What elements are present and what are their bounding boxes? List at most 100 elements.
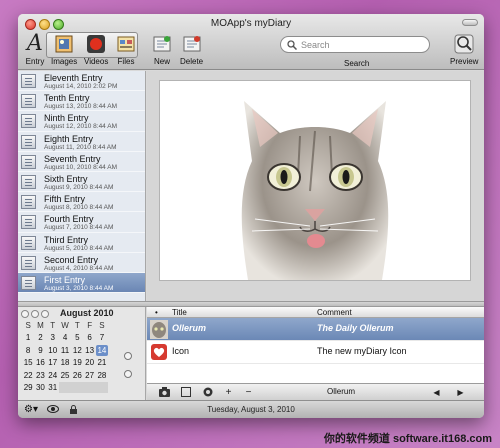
entry-thumbnail-icon (21, 74, 36, 88)
list-item[interactable]: Third Entry August 5, 2010 8:44 AM (18, 233, 145, 253)
status-bar: ⚙▾ Tuesday, August 3, 2010 (18, 400, 484, 418)
entry-date: August 14, 2010 2:02 PM (44, 83, 118, 90)
list-item[interactable]: Fourth Entry August 7, 2010 8:44 AM (18, 212, 145, 233)
calendar-day[interactable]: 28 (96, 370, 108, 381)
list-item[interactable]: Eleventh Entry August 14, 2010 2:02 PM (18, 71, 145, 92)
remove-icon[interactable]: − (243, 387, 254, 398)
files-button[interactable]: Files (115, 33, 137, 66)
calendar-empty-cell (95, 381, 109, 394)
calendar-weekday: M (37, 321, 44, 330)
preview-button[interactable]: Preview (450, 33, 478, 66)
entry-date: August 7, 2010 8:44 AM (44, 224, 114, 232)
entry-title: Tenth Entry (44, 93, 90, 104)
entries-sidebar: Eleventh Entry August 14, 2010 2:02 PM Te… (18, 71, 146, 301)
calendar-day[interactable]: 12 (71, 345, 83, 356)
table-row[interactable]: Icon The new myDiary Icon (147, 341, 484, 364)
images-button[interactable]: Images (51, 33, 77, 66)
calendar-day[interactable]: 21 (96, 357, 108, 368)
calendar-grid: S M T W T F S 1 2 3 4 5 6 7 8 9 10 11 12 13 14 15 16 17 18 19 20 21… (22, 320, 109, 394)
entry-thumbnail-icon (21, 195, 36, 210)
calendar-day[interactable]: 24 (47, 370, 59, 381)
calendar-day[interactable]: 31 (47, 382, 59, 393)
calendar-weekday: S (25, 321, 31, 330)
calendar-day[interactable]: 26 (71, 370, 83, 381)
calendar-day[interactable]: 30 (34, 382, 46, 393)
list-item[interactable]: Ninth Entry August 12, 2010 8:44 AM (18, 111, 145, 132)
cat-thumbnail-icon (150, 320, 168, 339)
entry-title: Fourth Entry (44, 214, 94, 225)
calendar-day[interactable]: 22 (22, 370, 34, 381)
today-button[interactable] (31, 310, 39, 318)
column-dot[interactable]: • (155, 308, 158, 317)
list-toolbar: + − Ollerum ◀ ▶ (147, 383, 484, 400)
calendar-day[interactable]: 17 (47, 357, 59, 368)
next-month-button[interactable] (41, 310, 49, 318)
add-icon[interactable]: + (223, 387, 234, 398)
list-item[interactable]: Tenth Entry August 13, 2010 8:44 AM (18, 91, 145, 112)
window-title: MOApp's myDiary (210, 18, 292, 29)
list-item-selected[interactable]: First Entry August 3, 2010 8:44 AM (18, 272, 145, 294)
table-row[interactable]: Ollerum The Daily Ollerum (147, 318, 484, 341)
calendar-day[interactable]: 19 (71, 357, 83, 368)
frame-icon[interactable] (180, 387, 191, 398)
calendar-day[interactable]: 23 (34, 370, 46, 381)
images-icon (53, 33, 75, 55)
list-item[interactable]: Seventh Entry August 10, 2010 8:44 AM (18, 152, 145, 172)
camera-icon[interactable] (159, 387, 170, 398)
prev-item-icon[interactable]: ◀ (431, 387, 442, 398)
entry-date: August 13, 2010 8:44 AM (44, 103, 117, 111)
list-item[interactable]: Fifth Entry August 8, 2010 8:44 AM (18, 192, 145, 213)
globe-icon[interactable] (202, 387, 213, 398)
current-item-label: Ollerum (327, 387, 356, 396)
entry-title: Eighth Entry (44, 133, 94, 144)
calendar-day[interactable]: 6 (83, 332, 95, 343)
list-item[interactable]: Sixth Entry August 9, 2010 8:44 AM (18, 172, 145, 193)
calendar-day[interactable]: 16 (34, 357, 46, 368)
entry-view-button[interactable]: A Entry (24, 33, 46, 67)
calendar-day[interactable]: 4 (59, 332, 71, 343)
mini-calendar: August 2010 S M T W T F S 1 2 3 4 5 6 7 8 9 10 11 12 13 14 15… (18, 307, 146, 400)
calendar-day[interactable]: 8 (22, 345, 34, 356)
calendar-refresh-icon[interactable] (124, 370, 132, 378)
row-title: Icon (172, 346, 190, 356)
calendar-day[interactable]: 2 (34, 332, 46, 343)
calendar-day[interactable]: 20 (83, 357, 95, 368)
toolbar-toggle-button[interactable] (462, 19, 478, 26)
calendar-day[interactable]: 3 (47, 332, 59, 343)
next-item-icon[interactable]: ▶ (455, 387, 466, 398)
calendar-day[interactable]: 1 (22, 332, 34, 343)
calendar-weekday: W (61, 321, 69, 330)
calendar-action-icon[interactable] (124, 352, 132, 360)
calendar-day-today[interactable]: 14 (95, 344, 109, 356)
column-title[interactable]: Title (172, 308, 187, 317)
calendar-day[interactable]: 25 (59, 370, 71, 381)
calendar-day[interactable]: 13 (83, 345, 95, 356)
column-comment[interactable]: Comment (317, 308, 352, 317)
prev-month-button[interactable] (21, 310, 29, 318)
calendar-day[interactable]: 29 (22, 382, 34, 393)
calendar-weekday: S (99, 321, 105, 330)
calendar-day[interactable]: 9 (34, 345, 46, 356)
calendar-day[interactable]: 11 (59, 345, 71, 356)
calendar-day[interactable]: 5 (71, 332, 83, 343)
entry-thumbnail-icon (21, 235, 36, 250)
videos-button[interactable]: Videos (84, 33, 108, 66)
list-item[interactable]: Second Entry August 4, 2010 8:44 AM (18, 253, 145, 273)
list-item[interactable]: Eighth Entry August 11, 2010 8:44 AM (18, 132, 145, 152)
calendar-day[interactable]: 27 (83, 370, 95, 381)
new-label: New (153, 57, 170, 66)
calendar-day[interactable]: 10 (47, 345, 59, 356)
entry-date: August 8, 2010 8:44 AM (44, 204, 114, 212)
entry-date: August 4, 2010 8:44 AM (44, 264, 114, 272)
calendar-day[interactable]: 7 (96, 332, 108, 343)
images-label: Images (51, 57, 78, 66)
new-button[interactable]: New (151, 33, 173, 66)
cat-photo[interactable] (159, 80, 471, 281)
videos-icon (85, 33, 107, 55)
title-toolbar: MOApp's myDiary A Entry Images Videos Fi… (18, 14, 484, 70)
delete-button[interactable]: Delete (180, 33, 203, 66)
search-field[interactable]: Search (280, 36, 430, 53)
calendar-day[interactable]: 15 (22, 357, 34, 368)
calendar-day[interactable]: 18 (59, 357, 71, 368)
status-date: Tuesday, August 3, 2010 (207, 405, 295, 414)
